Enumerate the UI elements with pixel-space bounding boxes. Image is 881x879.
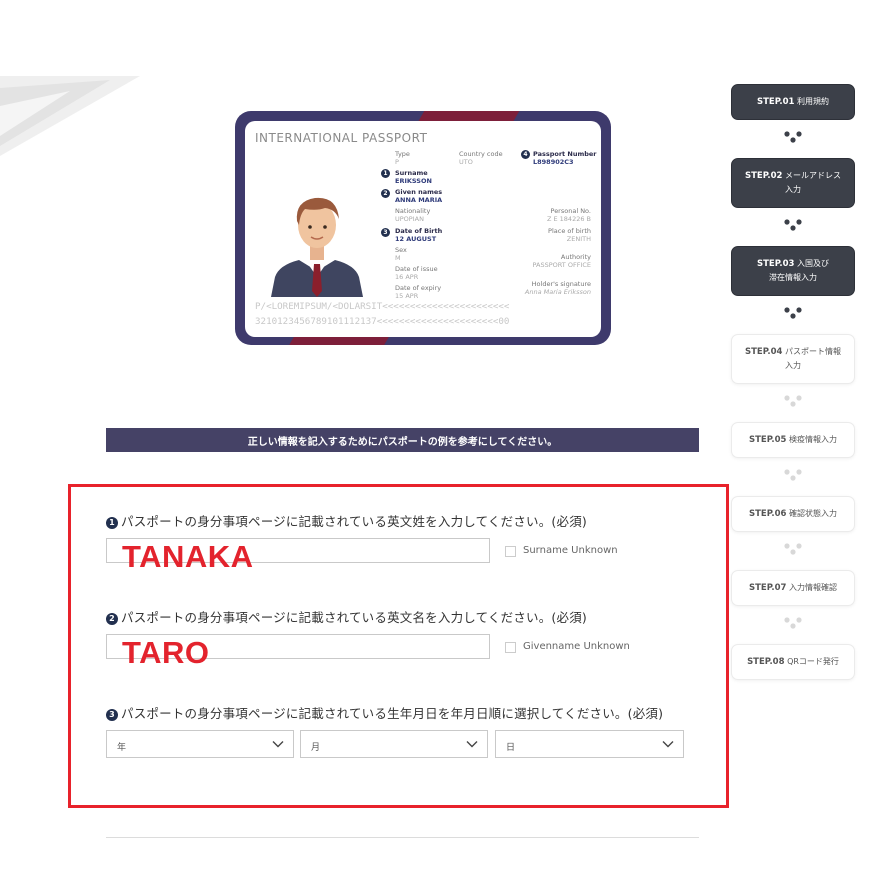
field-place-of-birth: Place of birth ZENITH: [548, 227, 591, 243]
section-divider: [106, 837, 699, 838]
step-08-number: STEP.08: [747, 657, 785, 667]
step-connector-dots: [784, 543, 802, 555]
step-01-label: 利用規約: [797, 97, 829, 106]
passport-example-image: INTERNATIONAL PASSPORT Type P 1 Surname …: [235, 111, 611, 345]
passport-page: INTERNATIONAL PASSPORT Type P 1 Surname …: [245, 121, 601, 337]
field-type: Type P: [395, 150, 410, 166]
step-02: STEP.02 メールアドレス 入力: [731, 158, 855, 208]
step-connector-dots: [784, 617, 802, 629]
step-connector-dots: [784, 219, 802, 231]
field-passport-number: Passport Number L898902C3: [533, 150, 597, 166]
step-04-label-line2: 入力: [785, 361, 801, 370]
step-04: STEP.04 パスポート情報 入力: [731, 334, 855, 384]
step-02-number: STEP.02: [745, 171, 783, 181]
step-05-label: 検疫情報入力: [789, 435, 837, 444]
passport-title: INTERNATIONAL PASSPORT: [255, 131, 428, 145]
step-04-number: STEP.04: [745, 347, 783, 357]
step-connector-dots: [784, 395, 802, 407]
step-01: STEP.01 利用規約: [731, 84, 855, 120]
passport-photo-person: [271, 197, 363, 297]
field-authority: Authority PASSPORT OFFICE: [532, 253, 591, 269]
mrz-line-2: 3210123456789101112137<<<<<<<<<<<<<<<<<<…: [255, 316, 510, 327]
field-nationality: Nationality UPOPIAN: [395, 207, 431, 223]
step-05-number: STEP.05: [749, 435, 787, 445]
highlight-box: [68, 484, 729, 808]
marker-2: 2: [381, 189, 390, 198]
step-02-label-line2: 入力: [785, 185, 801, 194]
step-connector-dots: [784, 131, 802, 143]
step-04-label: パスポート情報: [785, 347, 841, 356]
decorative-background: [0, 76, 140, 156]
step-07-label: 入力情報確認: [789, 583, 837, 592]
step-03-label: 入国及び: [797, 259, 829, 268]
field-sex: Sex M: [395, 246, 407, 262]
step-03-number: STEP.03: [757, 259, 795, 269]
field-surname: Surname ERIKSSON: [395, 169, 432, 185]
step-08: STEP.08 QRコード発行: [731, 644, 855, 680]
mrz-line-1: P/<LOREMIPSUM/<DOLARSIT<<<<<<<<<<<<<<<<<…: [255, 301, 510, 312]
field-holder-signature: Holder's signature Anna Maria Eriksson: [524, 280, 591, 296]
step-connector-dots: [784, 307, 802, 319]
step-06: STEP.06 確認状態入力: [731, 496, 855, 532]
step-06-number: STEP.06: [749, 509, 787, 519]
marker-1: 1: [381, 169, 390, 178]
step-01-number: STEP.01: [757, 97, 795, 107]
step-03: STEP.03 入国及び滞在情報入力: [731, 246, 855, 296]
field-date-of-expiry: Date of expiry 15 APR: [395, 284, 442, 300]
step-08-label: QRコード発行: [787, 657, 839, 666]
step-07-number: STEP.07: [749, 583, 787, 593]
field-date-of-issue: Date of issue 16 APR: [395, 265, 438, 281]
notice-banner: 正しい情報を記入するためにパスポートの例を参考にしてください。: [106, 428, 699, 452]
step-02-label: メールアドレス: [785, 171, 841, 180]
marker-3: 3: [381, 228, 390, 237]
step-05: STEP.05 検疫情報入力: [731, 422, 855, 458]
marker-4: 4: [521, 150, 530, 159]
step-connector-dots: [784, 469, 802, 481]
field-country-code: Country code UTO: [459, 150, 503, 166]
step-03-label-line2: 滞在情報入力: [769, 273, 817, 282]
step-07: STEP.07 入力情報確認: [731, 570, 855, 606]
step-06-label: 確認状態入力: [789, 509, 837, 518]
field-date-of-birth: Date of Birth 12 AUGUST: [395, 227, 443, 243]
field-personal-no: Personal No. Z E 184226 B: [546, 207, 591, 223]
field-given-names: Given names ANNA MARIA: [395, 188, 443, 204]
